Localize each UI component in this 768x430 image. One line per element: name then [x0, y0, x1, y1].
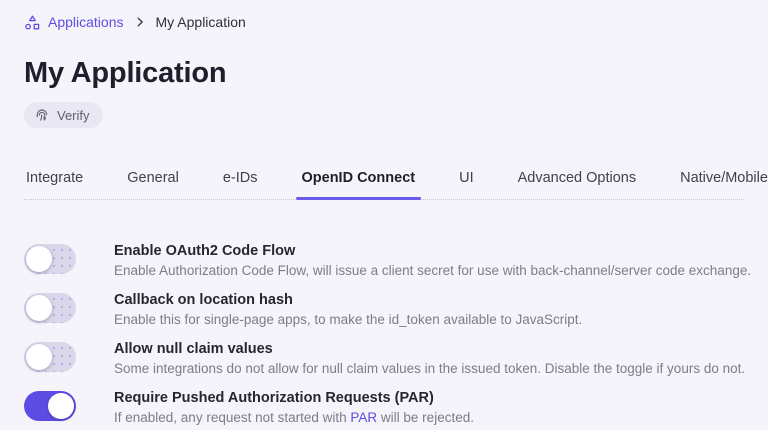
tab-integrate[interactable]: Integrate [24, 170, 85, 199]
setting-text: Callback on location hash Enable this fo… [114, 291, 582, 329]
require-par-toggle[interactable] [24, 391, 76, 421]
breadcrumb-root-label: Applications [48, 14, 124, 30]
setting-row-allow-null-claims: Allow null claim values Some integration… [24, 340, 746, 378]
fingerprint-icon [34, 107, 50, 123]
breadcrumb: Applications My Application [24, 12, 744, 32]
page-title: My Application [24, 57, 227, 89]
setting-row-callback-location-hash: Callback on location hash Enable this fo… [24, 291, 744, 329]
allow-null-claims-toggle[interactable] [24, 342, 76, 372]
toggle-knob [48, 393, 74, 419]
oauth2-code-flow-toggle[interactable] [24, 244, 76, 274]
toggle-knob [26, 344, 52, 370]
par-link[interactable]: PAR [350, 410, 377, 425]
setting-title: Allow null claim values [114, 341, 273, 357]
chevron-right-icon [134, 16, 146, 28]
openid-connect-settings: Enable OAuth2 Code Flow Enable Authoriza… [24, 242, 752, 427]
setting-text: Require Pushed Authorization Requests (P… [114, 389, 474, 427]
setting-description: Enable Authorization Code Flow, will iss… [114, 263, 752, 278]
desc-text-after: will be rejected. [377, 410, 474, 425]
tab-general[interactable]: General [125, 170, 181, 199]
callback-location-hash-toggle[interactable] [24, 293, 76, 323]
breadcrumb-current-label: My Application [155, 14, 246, 30]
setting-row-oauth2-code-flow: Enable OAuth2 Code Flow Enable Authoriza… [24, 242, 752, 280]
toggle-knob [26, 295, 52, 321]
setting-title: Callback on location hash [114, 292, 293, 308]
setting-description: Enable this for single-page apps, to mak… [114, 312, 583, 327]
application-settings-page: Applications My Application My Applicati… [0, 0, 768, 427]
setting-title: Require Pushed Authorization Requests (P… [114, 390, 434, 406]
tab-native-mobile[interactable]: Native/Mobile [678, 170, 768, 199]
settings-tabbar: Integrate General e-IDs OpenID Connect U… [24, 170, 768, 200]
setting-description: Some integrations do not allow for null … [114, 361, 746, 376]
breadcrumb-applications-link[interactable]: Applications [24, 14, 124, 31]
verify-button[interactable]: Verify [24, 102, 103, 128]
verify-button-label: Verify [57, 107, 90, 123]
tab-ui[interactable]: UI [457, 170, 476, 199]
setting-title: Enable OAuth2 Code Flow [114, 243, 296, 259]
tab-openid-connect[interactable]: OpenID Connect [295, 170, 421, 200]
desc-text-before: If enabled, any request not started with [114, 410, 351, 425]
hierarchy-shapes-icon [24, 14, 41, 31]
setting-description: If enabled, any request not started with… [114, 409, 474, 427]
setting-row-require-par: Require Pushed Authorization Requests (P… [24, 389, 744, 427]
toggle-knob [26, 246, 52, 272]
setting-text: Allow null claim values Some integration… [114, 340, 746, 378]
setting-text: Enable OAuth2 Code Flow Enable Authoriza… [114, 242, 752, 280]
tab-advanced-options[interactable]: Advanced Options [516, 170, 639, 199]
tab-e-ids[interactable]: e-IDs [221, 170, 260, 199]
